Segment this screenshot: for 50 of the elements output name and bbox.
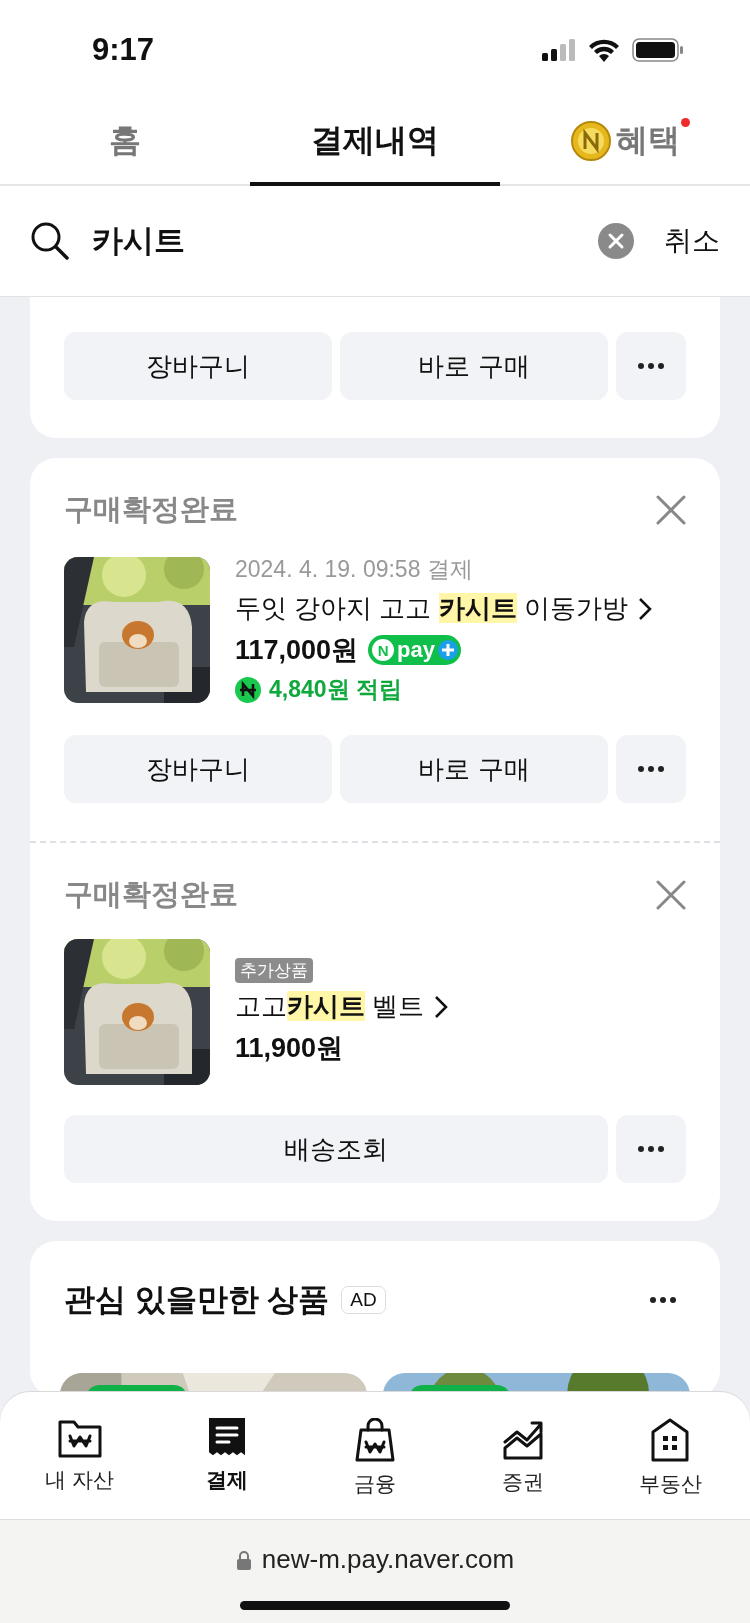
close-button[interactable] bbox=[656, 495, 686, 525]
points-text: 4,840원 적립 bbox=[269, 675, 402, 704]
action-button[interactable]: 장바구니 bbox=[64, 735, 332, 803]
product-price: 11,900원 bbox=[235, 1032, 344, 1065]
tab[interactable]: 결제내역 bbox=[250, 100, 500, 186]
clear-icon[interactable] bbox=[598, 223, 634, 259]
status-time: 9:17 bbox=[92, 32, 155, 68]
more-icon bbox=[638, 363, 664, 369]
shopping-bag-icon bbox=[355, 1418, 395, 1462]
chevron-right-icon bbox=[637, 596, 652, 621]
tab[interactable]: 혜택 bbox=[500, 100, 750, 186]
pay-badge: N pay bbox=[368, 635, 462, 665]
search-field[interactable]: 카시트 bbox=[92, 223, 576, 259]
search-icon bbox=[30, 221, 70, 261]
close-button[interactable] bbox=[656, 880, 686, 910]
more-icon bbox=[638, 1146, 664, 1152]
more-icon bbox=[650, 1297, 676, 1303]
action-button[interactable]: 바로 구매 bbox=[340, 332, 608, 400]
receipt-icon bbox=[209, 1418, 246, 1458]
nav-item[interactable]: 증권 bbox=[448, 1392, 597, 1519]
tab[interactable]: 홈 bbox=[0, 100, 250, 186]
product-title[interactable]: 고고카시트 벨트 bbox=[235, 989, 425, 1024]
nav-item[interactable]: 금융 bbox=[301, 1392, 449, 1519]
url-text: new-m.pay.naver.com bbox=[261, 1544, 515, 1575]
order-status: 구매확정완료 bbox=[64, 877, 238, 912]
nav-item[interactable]: 결제 bbox=[153, 1392, 302, 1519]
more-icon bbox=[638, 766, 664, 772]
order-status: 구매확정완료 bbox=[64, 492, 238, 527]
close-icon bbox=[656, 495, 686, 525]
product-title[interactable]: 두잇 강아지 고고 카시트 이동가방 bbox=[235, 591, 628, 626]
signal-icon bbox=[542, 39, 576, 61]
action-button[interactable]: 바로 구매 bbox=[340, 735, 608, 803]
section-title: 관심 있을만한 상품 bbox=[64, 1281, 330, 1319]
nav-item[interactable]: 부동산 bbox=[596, 1392, 744, 1519]
house-icon bbox=[651, 1418, 690, 1462]
wifi-icon bbox=[588, 38, 620, 62]
cancel-button[interactable]: 취소 bbox=[656, 222, 720, 260]
nav-item[interactable]: 내 자산 bbox=[6, 1392, 154, 1519]
lock-icon bbox=[235, 1549, 252, 1570]
order-date: 2024. 4. 19. 09:58 결제 bbox=[235, 555, 474, 584]
action-button[interactable]: 장바구니 bbox=[64, 332, 332, 400]
battery-icon bbox=[632, 38, 684, 62]
ad-badge: AD bbox=[341, 1286, 386, 1314]
close-icon bbox=[656, 880, 686, 910]
chevron-right-icon bbox=[434, 994, 449, 1019]
product-price: 117,000원 bbox=[235, 634, 359, 667]
folder-icon bbox=[57, 1418, 102, 1458]
tag-label: 추가상품 bbox=[235, 958, 313, 983]
action-button[interactable]: 배송조회 bbox=[64, 1115, 608, 1183]
points-icon bbox=[235, 676, 261, 703]
